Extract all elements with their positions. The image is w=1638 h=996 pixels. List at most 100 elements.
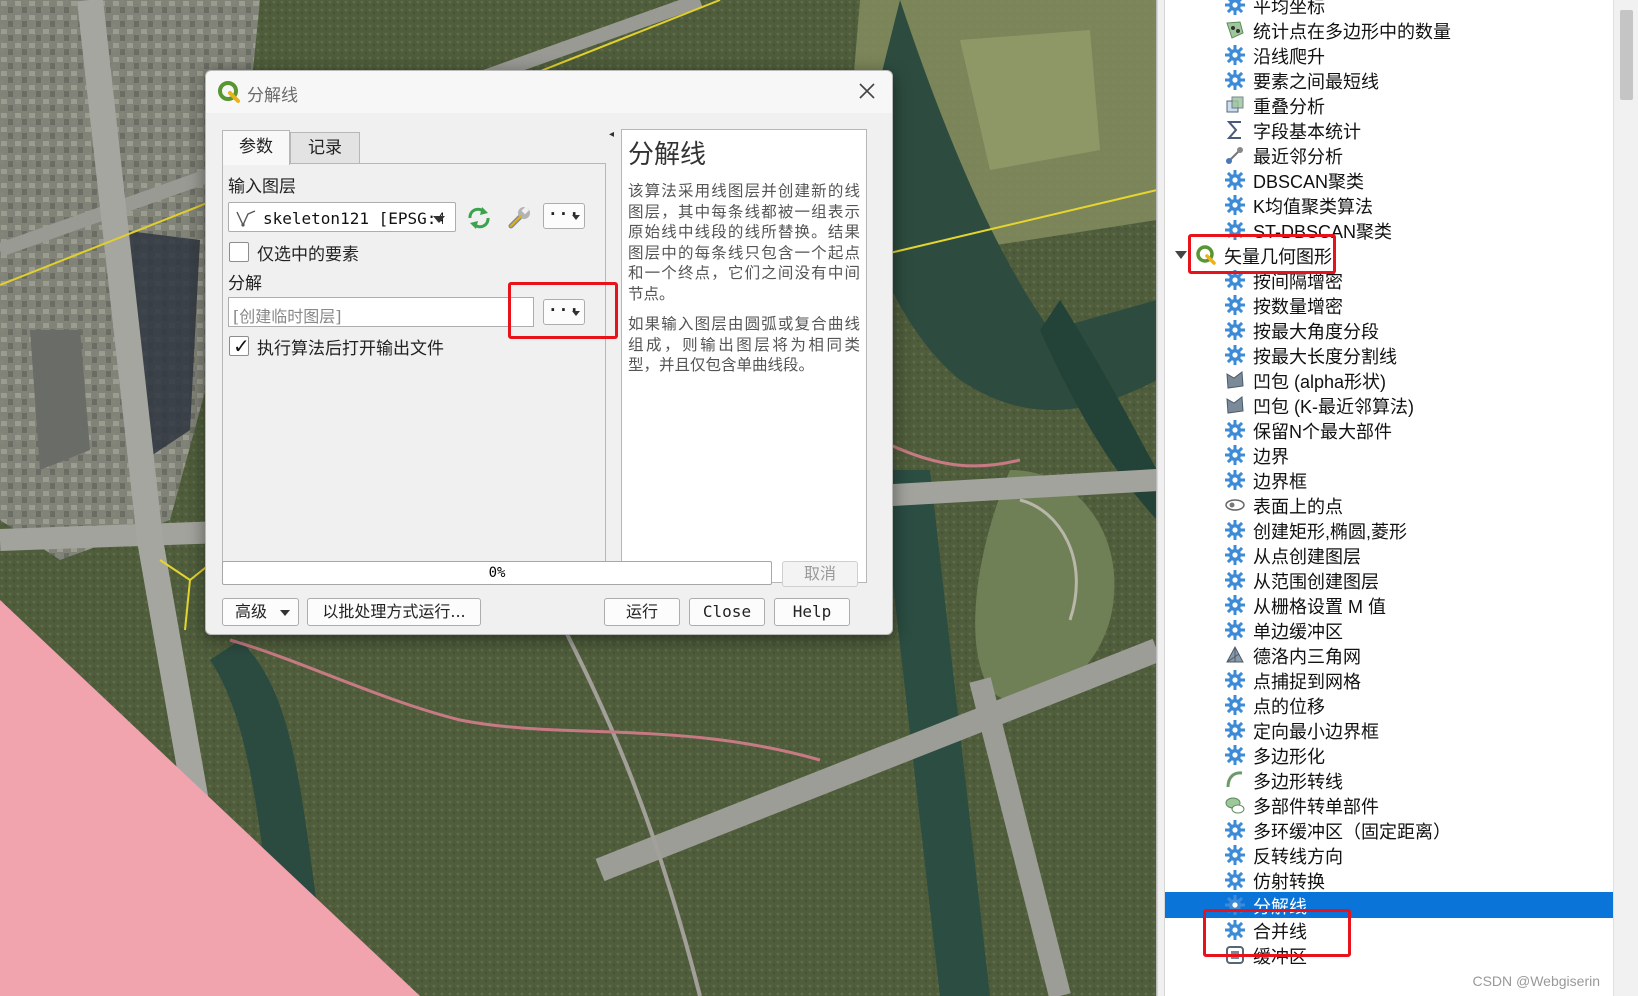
help-button[interactable]: Help [774, 598, 850, 626]
tree-item[interactable]: 重叠分析 [1165, 92, 1615, 118]
tree-item[interactable]: 多边形转线 [1165, 767, 1615, 793]
tree-item[interactable]: 从范围创建图层 [1165, 567, 1615, 593]
run-button[interactable]: 运行 [604, 598, 680, 626]
tree-item-label: ST-DBSCAN聚类 [1253, 222, 1393, 242]
gear-icon [1224, 444, 1246, 466]
tree-item[interactable]: DBSCAN聚类 [1165, 167, 1615, 193]
tree-item[interactable]: 多边形化 [1165, 742, 1615, 768]
tree-item[interactable]: 表面上的点 [1165, 492, 1615, 518]
iterate-icon[interactable] [466, 206, 492, 230]
tree-item[interactable]: 分解线 [1165, 892, 1615, 918]
tree-item[interactable]: 边界框 [1165, 467, 1615, 493]
output-layer-field[interactable]: [创建临时图层] [228, 297, 534, 327]
tree-item-label: 多部件转单部件 [1253, 797, 1379, 817]
tree-item[interactable]: 创建矩形,椭圆,菱形 [1165, 517, 1615, 543]
tree-item[interactable]: 从栅格设置 M 值 [1165, 592, 1615, 618]
tree-item[interactable]: 单边缓冲区 [1165, 617, 1615, 643]
tree-item[interactable]: 按最大长度分割线 [1165, 342, 1615, 368]
gear-icon [1224, 594, 1246, 616]
tree-item[interactable]: 从点创建图层 [1165, 542, 1615, 568]
output-options-button[interactable]: ··· [543, 299, 585, 325]
tree-item[interactable]: 缓冲区 [1165, 942, 1615, 968]
wrench-icon[interactable] [505, 204, 533, 232]
checkmark-icon: ✓ [233, 334, 250, 358]
tree-item-label: 按最大长度分割线 [1253, 347, 1397, 367]
input-layer-combo[interactable]: skeleton121 [EPSG:4326] [228, 202, 456, 232]
tab-log[interactable]: 记录 [290, 132, 360, 164]
tree-item[interactable]: 凹包 (K-最近邻算法) [1165, 392, 1615, 418]
run-as-batch-button[interactable]: 以批处理方式运行... [307, 598, 481, 626]
point-on-surface-icon [1224, 494, 1246, 516]
tree-item[interactable]: 保留N个最大部件 [1165, 417, 1615, 443]
tree-item[interactable]: 最近邻分析 [1165, 142, 1615, 168]
tree-item[interactable]: 点捕捉到网格 [1165, 667, 1615, 693]
tree-item[interactable]: 定向最小边界框 [1165, 717, 1615, 743]
tab-parameters[interactable]: 参数 [222, 130, 290, 165]
gear-icon [1224, 469, 1246, 491]
input-layer-options-button[interactable]: ··· [543, 203, 585, 229]
tree-item[interactable]: 合并线 [1165, 917, 1615, 943]
tree-item-label: 要素之间最短线 [1253, 72, 1379, 92]
tree-item-label: 保留N个最大部件 [1253, 422, 1392, 442]
expand-caret-icon[interactable] [1175, 251, 1187, 259]
tree-item-label: 仿射转换 [1253, 872, 1325, 892]
tree-item[interactable]: 边界 [1165, 442, 1615, 468]
dock-splitter[interactable] [1157, 0, 1165, 996]
gear-icon [1224, 669, 1246, 691]
parameters-panel: 输入图层 skeleton121 [EPSG:4326] ··· 仅 [222, 163, 606, 583]
gear-icon [1224, 719, 1246, 741]
tree-item[interactable]: 要素之间最短线 [1165, 67, 1615, 93]
gear-icon [1224, 419, 1246, 441]
tree-item-label: 按数量增密 [1253, 297, 1343, 317]
chevron-down-icon [572, 215, 580, 220]
tree-group-vector-geometry[interactable]: 矢量几何图形 [1165, 242, 1615, 268]
selected-only-checkbox[interactable] [229, 242, 249, 262]
tree-item[interactable]: 按间隔增密 [1165, 267, 1615, 293]
tree-item[interactable]: 仿射转换 [1165, 867, 1615, 893]
tree-item[interactable]: 反转线方向 [1165, 842, 1615, 868]
gear-icon [1224, 544, 1246, 566]
tree-item-label: 字段基本统计 [1253, 122, 1361, 142]
chevron-down-icon [572, 311, 580, 316]
qgis-logo-icon [218, 81, 240, 103]
gear-icon [1224, 169, 1246, 191]
open-output-checkbox[interactable]: ✓ [229, 334, 250, 358]
dialog-titlebar[interactable]: 分解线 [206, 71, 892, 113]
algorithm-icon [1224, 0, 1246, 16]
help-paragraph: 该算法采用线图层并创建新的线图层，其中每条线都被一组表示原始线中线段的线所替换。… [628, 182, 860, 303]
tree-item[interactable]: 沿线爬升 [1165, 42, 1615, 68]
tree-item[interactable]: 多部件转单部件 [1165, 792, 1615, 818]
scroll-thumb[interactable] [1620, 10, 1633, 100]
tree-item[interactable]: 凹包 (alpha形状) [1165, 367, 1615, 393]
output-layer-placeholder: [创建临时图层] [233, 307, 342, 326]
tree-item-label: DBSCAN聚类 [1253, 172, 1365, 192]
advanced-button[interactable]: 高级 [222, 598, 299, 626]
collapse-arrow-icon[interactable]: ◂ [609, 129, 614, 140]
tree-item[interactable]: K均值聚类算法 [1165, 192, 1615, 218]
tree-item[interactable]: ST-DBSCAN聚类 [1165, 217, 1615, 243]
tree-item-label: 表面上的点 [1253, 497, 1343, 517]
gear-icon [1224, 694, 1246, 716]
cancel-button[interactable]: 取消 [782, 561, 858, 587]
tree-item[interactable]: 多环缓冲区（固定距离） [1165, 817, 1615, 843]
gear-icon [1224, 894, 1246, 916]
close-button[interactable]: Close [689, 598, 765, 626]
tree-item-label: 多边形转线 [1253, 772, 1343, 792]
tree-item[interactable]: 平均坐标 [1165, 0, 1615, 18]
tree-item[interactable]: 按数量增密 [1165, 292, 1615, 318]
tree-item[interactable]: 字段基本统计 [1165, 117, 1615, 143]
tree-item[interactable]: 统计点在多边形中的数量 [1165, 17, 1615, 43]
line-layer-icon [236, 210, 256, 227]
buffer-icon [1224, 944, 1246, 966]
tree-item-label: 创建矩形,椭圆,菱形 [1253, 522, 1408, 542]
polygon-to-line-icon [1224, 769, 1246, 791]
close-icon[interactable] [856, 80, 878, 102]
tree-item[interactable]: 点的位移 [1165, 692, 1615, 718]
help-paragraph: 如果输入图层由圆弧或复合曲线组成，则输出图层将为相同类型，并且仅包含单曲线段。 [628, 315, 860, 374]
tree-item-label: 缓冲区 [1253, 947, 1307, 967]
tree-item[interactable]: 按最大角度分段 [1165, 317, 1615, 343]
tree-item[interactable]: 德洛内三角网 [1165, 642, 1615, 668]
gear-icon [1224, 344, 1246, 366]
tree-item-label: 定向最小边界框 [1253, 722, 1379, 742]
toolbox-scrollbar[interactable] [1613, 0, 1638, 996]
